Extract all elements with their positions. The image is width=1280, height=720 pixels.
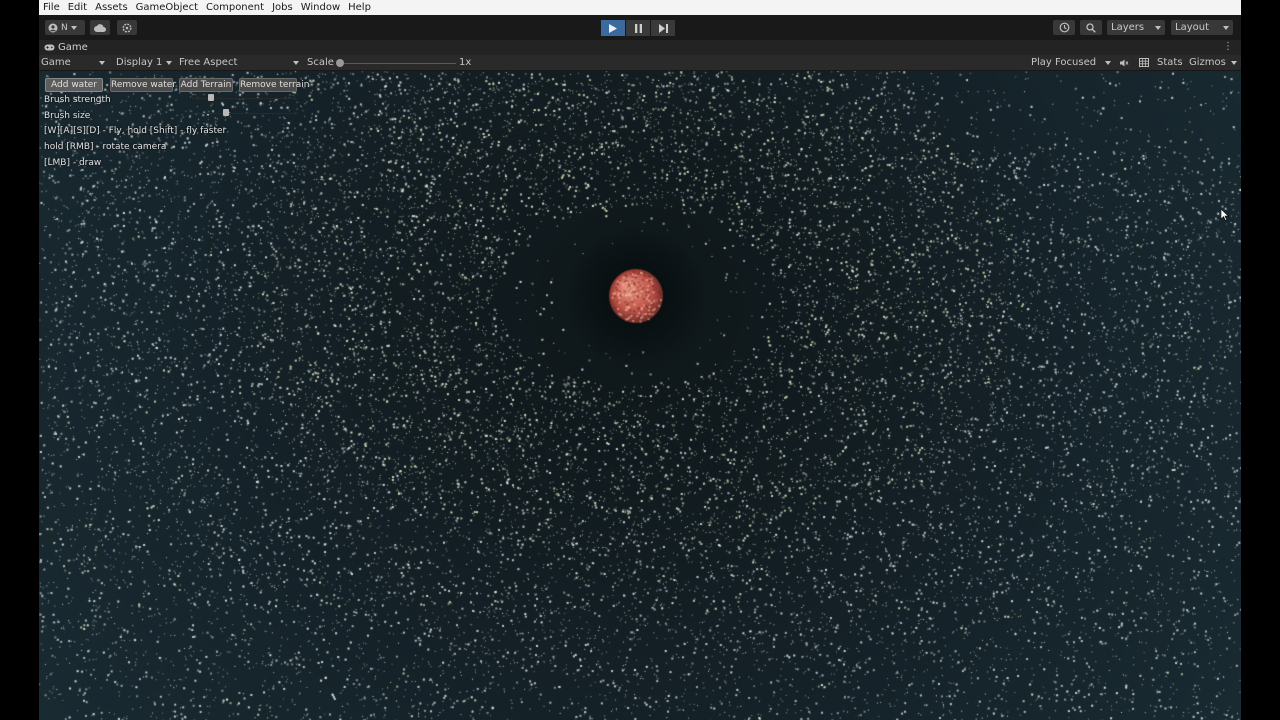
view-select[interactable]: Game [41,55,105,71]
mute-audio-button[interactable] [1119,55,1131,71]
chevron-down-icon [1231,61,1237,65]
play-controls [601,20,675,36]
menu-window[interactable]: Window [297,0,344,15]
cloud-button[interactable] [90,20,110,35]
particle-field-render [39,71,1241,720]
play-mode-label: Play Focused [1031,57,1097,68]
play-icon [609,23,617,33]
more-options-icon[interactable]: ⋮ [1223,41,1233,52]
gizmos-dropdown[interactable]: Gizmos [1189,55,1237,71]
game-view-toolbar: Game Display 1 Free Aspect Scale 1x Play… [39,55,1241,71]
help-line-draw: [LMB] - draw [44,158,102,168]
chevron-down-icon [293,61,299,65]
stats-toggle[interactable]: Stats [1157,55,1183,71]
brush-size-label: Brush size [44,111,91,121]
chevron-down-icon [166,61,172,65]
chevron-down-icon [70,25,77,30]
mute-audio-icon [1120,59,1129,67]
user-circle-icon [48,23,58,32]
brush-size-slider[interactable] [192,113,296,114]
display-select-label: Display 1 [116,57,163,68]
help-line-fly: [W][A][S][D] - Fly, hold [Shift] - fly f… [44,126,227,136]
services-button[interactable] [117,20,137,35]
menu-gameobject[interactable]: GameObject [132,0,202,15]
unity-editor-window: File Edit Assets GameObject Component Jo… [39,0,1241,720]
main-toolbar: N Layers Layout [39,15,1241,40]
view-select-label: Game [41,57,71,68]
account-dropdown[interactable]: N [45,20,85,35]
stats-grid-icon [1139,58,1149,67]
stats-grid-button[interactable] [1139,55,1151,71]
add-water-button[interactable]: Add water [45,78,103,92]
mouse-cursor-icon [1221,209,1229,221]
add-terrain-button[interactable]: Add Terrain [179,78,233,92]
chevron-down-icon [1105,61,1111,65]
menu-assets[interactable]: Assets [91,0,132,15]
gamepad-icon [44,44,55,51]
menu-help[interactable]: Help [344,0,375,15]
menu-edit[interactable]: Edit [64,0,91,15]
menu-component[interactable]: Component [202,0,268,15]
cloud-icon [94,23,106,32]
layout-dropdown[interactable]: Layout [1171,20,1233,35]
scale-slider-handle[interactable] [336,59,344,67]
play-button[interactable] [601,20,625,36]
remove-water-button[interactable]: Remove water [110,78,176,92]
aspect-select-label: Free Aspect [179,57,238,68]
help-line-rotate: hold [RMB] - rotate camera [44,142,167,152]
gizmos-label: Gizmos [1189,57,1226,68]
tab-game[interactable]: Game [39,40,88,55]
scale-label: Scale [307,57,334,68]
tab-game-label: Game [58,42,88,53]
step-button[interactable] [651,20,675,36]
display-select[interactable]: Display 1 [116,55,172,71]
search-button[interactable] [1080,20,1102,35]
scale-value: 1x [459,57,472,68]
brush-strength-label: Brush strength [44,95,111,105]
search-icon [1086,22,1096,33]
undo-history-button[interactable] [1053,20,1075,35]
history-icon [1059,22,1069,33]
menu-jobs[interactable]: Jobs [268,0,297,15]
chevron-down-icon [99,61,105,65]
layers-dropdown[interactable]: Layers [1107,20,1165,35]
pause-icon [634,23,642,33]
chevron-down-icon [1155,25,1161,30]
scale-slider[interactable] [340,63,456,64]
account-label: N [61,22,68,33]
step-icon [658,23,668,33]
chevron-down-icon [1223,25,1229,30]
gear-icon [122,23,132,32]
layers-label: Layers [1111,22,1145,33]
play-mode-select[interactable]: Play Focused [1031,55,1111,71]
aspect-select[interactable]: Free Aspect [179,55,299,71]
remove-terrain-button[interactable]: Remove terrain [239,78,309,92]
panel-tab-bar: Game ⋮ [39,40,1241,55]
menu-bar: File Edit Assets GameObject Component Jo… [39,0,1241,15]
pause-button[interactable] [626,20,650,36]
game-viewport[interactable] [39,71,1241,720]
layout-label: Layout [1175,22,1209,33]
brush-size-handle[interactable] [223,109,230,116]
menu-file[interactable]: File [39,0,64,15]
brush-strength-handle[interactable] [207,94,214,101]
